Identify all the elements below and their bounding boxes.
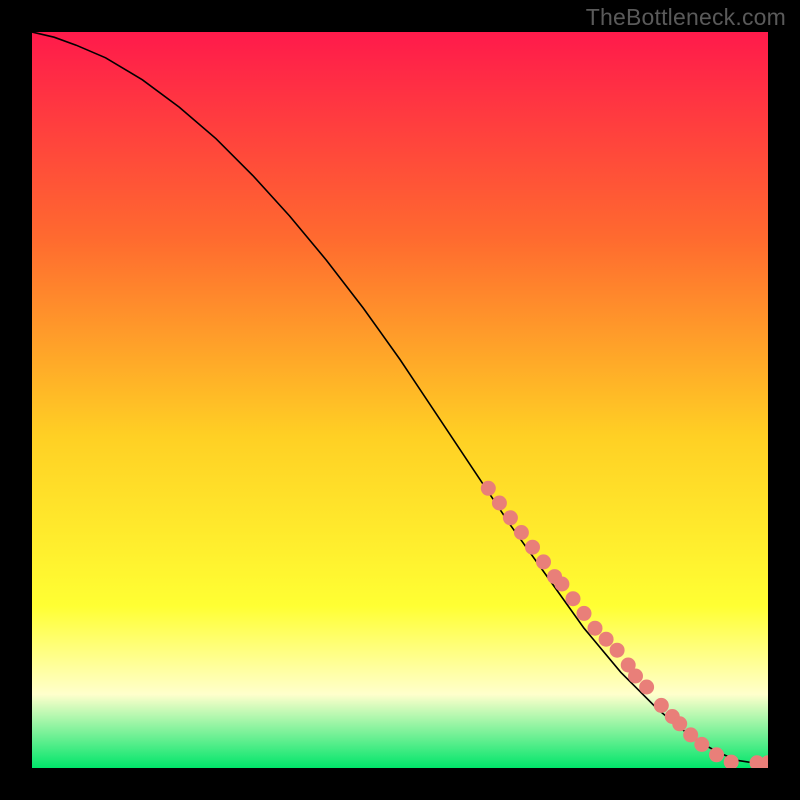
data-point xyxy=(566,591,581,606)
chart-svg xyxy=(32,32,768,768)
data-point xyxy=(481,481,496,496)
data-point xyxy=(628,669,643,684)
watermark-text: TheBottleneck.com xyxy=(586,4,786,31)
data-point xyxy=(588,621,603,636)
chart-frame: TheBottleneck.com xyxy=(0,0,800,800)
data-point xyxy=(536,554,551,569)
data-point xyxy=(639,680,654,695)
data-point xyxy=(577,606,592,621)
data-point xyxy=(709,747,724,762)
data-point xyxy=(503,510,518,525)
data-point xyxy=(694,737,709,752)
data-point xyxy=(492,496,507,511)
data-point xyxy=(525,540,540,555)
data-point xyxy=(610,643,625,658)
data-point xyxy=(654,698,669,713)
data-point xyxy=(554,577,569,592)
plot-area xyxy=(32,32,768,768)
data-point xyxy=(672,716,687,731)
data-point xyxy=(599,632,614,647)
data-point xyxy=(514,525,529,540)
gradient-background xyxy=(32,32,768,768)
